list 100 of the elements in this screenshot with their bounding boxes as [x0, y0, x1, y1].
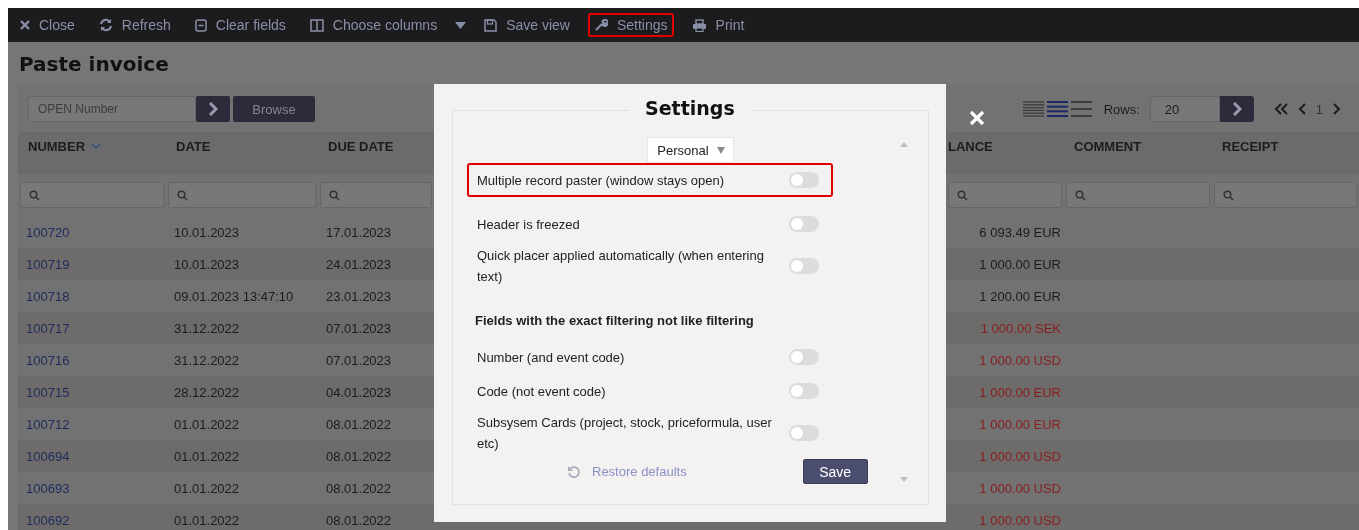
invoice-number-link[interactable]: 100717	[18, 320, 166, 336]
setting-label: Quick placer applied automatically (when entering text)	[477, 247, 765, 286]
table-cell-text: 1 000.00 SEK	[979, 320, 1062, 336]
next-page-icon[interactable]	[1333, 103, 1341, 115]
table-cell-text: 01.01.2022	[173, 416, 241, 432]
close-icon	[20, 20, 30, 30]
previous-page-icon[interactable]	[1297, 103, 1306, 115]
scroll-up-icon[interactable]	[900, 142, 908, 147]
chevron-right-icon	[1231, 102, 1242, 116]
save-button[interactable]: Save	[802, 459, 868, 484]
toggle-switch[interactable]	[789, 349, 819, 365]
toolbar-button[interactable]: Clear fields	[188, 13, 292, 37]
table-cell-text: 6 093.49 EUR	[978, 224, 1062, 240]
filter-field[interactable]	[1066, 182, 1210, 208]
table-cell-text: 01.01.2022	[173, 512, 241, 528]
search-field[interactable]: OPEN Number	[28, 96, 196, 122]
toolbar-button[interactable]: Choose columns	[303, 13, 444, 37]
invoice-number-link[interactable]: 100719	[18, 256, 166, 272]
column-header[interactable]: LANCE	[946, 138, 1064, 154]
scope-dropdown[interactable]: Personal	[647, 137, 734, 163]
table-cell-text: 10.01.2023	[173, 256, 241, 272]
toggle-switch[interactable]	[789, 383, 819, 399]
caret-icon[interactable]	[455, 21, 467, 29]
rows-field[interactable]: 20	[1149, 96, 1220, 122]
setting-label: Multiple record paster (window stays open)	[477, 171, 726, 190]
invoice-number-link[interactable]: 100692	[18, 512, 166, 528]
invoice-number-link[interactable]: 100694	[18, 448, 166, 464]
table-cell-text: 1 000.00 EUR	[978, 384, 1062, 400]
sort-caret-icon	[91, 143, 102, 150]
rows-label: Rows:	[1103, 101, 1140, 117]
browse-button[interactable]: Browse	[233, 96, 315, 122]
table-cell-text: 1 000.00 USD	[978, 512, 1062, 528]
filter-field[interactable]	[948, 182, 1062, 208]
refresh-icon	[98, 18, 113, 32]
list-lines-icon[interactable]	[1022, 101, 1044, 117]
table-cell-text: 1 000.00 EUR	[978, 416, 1062, 432]
table-cell-text: 08.01.2022	[325, 416, 393, 432]
invoice-number-link[interactable]: 100716	[18, 352, 166, 368]
list-lines-icon[interactable]	[1070, 101, 1092, 117]
first-page-icon[interactable]	[1273, 103, 1288, 115]
filter-field[interactable]	[320, 182, 432, 208]
table-cell-text: 07.01.2023	[325, 352, 393, 368]
toggle-switch[interactable]	[789, 425, 819, 441]
table-cell-text: 1 000.00 USD	[978, 448, 1062, 464]
search-icon	[29, 189, 40, 201]
filter-field[interactable]	[168, 182, 316, 208]
dialog-title: Settings	[629, 97, 751, 119]
table-cell-text: 1 200.00 EUR	[978, 288, 1062, 304]
invoice-number-link[interactable]: 100693	[18, 480, 166, 496]
table-cell-text: 1 000.00 USD	[978, 352, 1062, 368]
invoice-number-link[interactable]: 100720	[18, 224, 166, 240]
search-icon	[329, 189, 340, 201]
dropdown-caret-icon	[716, 146, 725, 154]
wrench-icon	[593, 18, 608, 32]
toggle-switch[interactable]	[789, 258, 819, 274]
invoice-number-link[interactable]: 100718	[18, 288, 166, 304]
list-lines-icon[interactable]	[1046, 101, 1068, 117]
page-number: 1	[1315, 101, 1323, 117]
table-cell-text: 31.12.2022	[173, 352, 241, 368]
toggle-switch[interactable]	[789, 216, 819, 232]
setting-label: Code (not event code)	[477, 382, 607, 401]
table-cell-text: 08.01.2022	[325, 512, 393, 528]
column-header[interactable]: DUE DATE	[318, 138, 434, 154]
toolbar-button[interactable]: Print	[685, 13, 751, 37]
setting-label: Subsysem Cards (project, stock, priceformula, user etc)	[477, 414, 773, 453]
table-cell-text: 01.01.2022	[173, 480, 241, 496]
scroll-down-icon[interactable]	[900, 477, 908, 482]
table-cell-text: 28.12.2022	[173, 384, 241, 400]
section-heading: Fields with the exact filtering not like filtering	[475, 313, 755, 328]
filter-field[interactable]	[20, 182, 164, 208]
table-cell-text: 23.01.2023	[325, 288, 393, 304]
toolbar-button[interactable]: Save view	[478, 13, 576, 37]
table-cell-text: 10.01.2023	[173, 224, 241, 240]
column-header[interactable]: DATE	[166, 138, 318, 154]
restore-defaults-button[interactable]: Restore defaults	[567, 464, 687, 479]
page-title: Paste invoice	[18, 51, 170, 78]
invoice-number-link[interactable]: 100712	[18, 416, 166, 432]
columns-icon	[309, 18, 324, 32]
undo-icon	[567, 465, 580, 478]
table-cell-text: 08.01.2022	[325, 448, 393, 464]
table-cell-text: 24.01.2023	[325, 256, 393, 272]
close-icon[interactable]	[969, 110, 985, 126]
invoice-number-link[interactable]: 100715	[18, 384, 166, 400]
search-icon	[957, 189, 968, 201]
toggle-switch[interactable]	[789, 172, 819, 188]
filter-field[interactable]	[1214, 182, 1357, 208]
go-button[interactable]	[196, 96, 230, 122]
column-header[interactable]: RECEIPT	[1212, 138, 1359, 154]
table-cell-text: 17.01.2023	[325, 224, 393, 240]
table-cell-text: 01.01.2022	[173, 448, 241, 464]
toolbar-button[interactable]: Close	[14, 13, 81, 37]
column-header[interactable]: NUMBER	[18, 138, 166, 154]
table-cell-text: 04.01.2023	[325, 384, 393, 400]
setting-label: Number (and event code)	[477, 348, 626, 367]
go-button[interactable]	[1219, 96, 1254, 122]
toolbar-button[interactable]: Settings	[587, 13, 674, 37]
search-icon	[1223, 189, 1234, 201]
setting-label: Header is freezed	[477, 215, 581, 234]
column-header[interactable]: COMMENT	[1064, 138, 1212, 154]
toolbar-button[interactable]: Refresh	[92, 13, 177, 37]
